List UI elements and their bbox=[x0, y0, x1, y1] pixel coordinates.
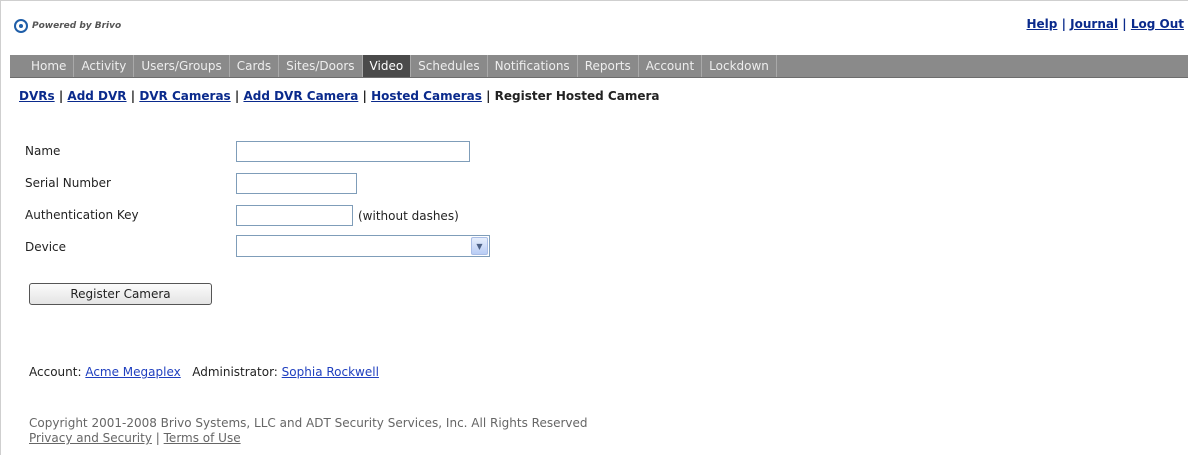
terms-link[interactable]: Terms of Use bbox=[164, 431, 241, 445]
subnav-add-dvr[interactable]: Add DVR bbox=[67, 89, 126, 103]
authentication-key-label: Authentication Key bbox=[25, 208, 139, 222]
account-label: Account: bbox=[29, 365, 82, 379]
subnav-dvr-cameras[interactable]: DVR Cameras bbox=[139, 89, 230, 103]
register-camera-button[interactable]: Register Camera bbox=[29, 283, 212, 305]
nav-tab-sites-doors[interactable]: Sites/Doors bbox=[279, 55, 363, 77]
nav-tab-activity[interactable]: Activity bbox=[74, 55, 135, 77]
name-label: Name bbox=[25, 144, 61, 158]
device-label: Device bbox=[25, 240, 67, 254]
authentication-key-input[interactable] bbox=[236, 205, 353, 226]
brivo-logo-icon bbox=[14, 19, 28, 33]
separator: | bbox=[234, 89, 240, 103]
account-link[interactable]: Acme Megaplex bbox=[85, 365, 180, 379]
nav-tab-cards[interactable]: Cards bbox=[230, 55, 280, 77]
subnav-current-page: Register Hosted Camera bbox=[494, 89, 660, 103]
separator: | bbox=[130, 89, 136, 103]
authentication-key-hint: (without dashes) bbox=[358, 209, 459, 223]
serial-number-input[interactable] bbox=[236, 173, 357, 194]
logo-text: Powered by Brivo bbox=[32, 21, 122, 31]
subnav-hosted-cameras[interactable]: Hosted Cameras bbox=[371, 89, 482, 103]
nav-tab-account[interactable]: Account bbox=[639, 55, 703, 77]
separator: | bbox=[58, 89, 64, 103]
top-links: Help | Journal | Log Out bbox=[1027, 17, 1185, 31]
chevron-down-icon[interactable]: ▼ bbox=[471, 237, 488, 255]
separator: | bbox=[1061, 17, 1066, 31]
nav-tab-video[interactable]: Video bbox=[362, 55, 412, 77]
nav-tab-home[interactable]: Home bbox=[24, 55, 75, 77]
administrator-link[interactable]: Sophia Rockwell bbox=[282, 365, 379, 379]
separator: | bbox=[362, 89, 367, 103]
nav-tab-lockdown[interactable]: Lockdown bbox=[702, 55, 777, 77]
nav-tab-schedules[interactable]: Schedules bbox=[411, 55, 488, 77]
main-nav: Home Activity Users/Groups Cards Sites/D… bbox=[10, 55, 1188, 78]
name-input[interactable] bbox=[236, 141, 470, 162]
brivo-logo: Powered by Brivo bbox=[14, 19, 121, 33]
nav-tab-notifications[interactable]: Notifications bbox=[488, 55, 578, 77]
privacy-link[interactable]: Privacy and Security bbox=[29, 431, 152, 445]
account-info: Account: Acme Megaplex Administrator: So… bbox=[29, 365, 379, 379]
help-link[interactable]: Help bbox=[1027, 17, 1058, 31]
device-select[interactable]: ▼ bbox=[236, 235, 490, 257]
sub-nav: DVRs | Add DVR | DVR Cameras | Add DVR C… bbox=[19, 89, 659, 103]
subnav-add-dvr-camera[interactable]: Add DVR Camera bbox=[243, 89, 358, 103]
administrator-label: Administrator: bbox=[192, 365, 278, 379]
separator: | bbox=[155, 431, 160, 445]
copyright-block: Copyright 2001-2008 Brivo Systems, LLC a… bbox=[29, 416, 588, 446]
copyright-text: Copyright 2001-2008 Brivo Systems, LLC a… bbox=[29, 416, 588, 430]
footer-links: Privacy and Security | Terms of Use bbox=[29, 431, 588, 446]
nav-tab-users-groups[interactable]: Users/Groups bbox=[134, 55, 230, 77]
separator: | bbox=[1122, 17, 1127, 31]
serial-number-label: Serial Number bbox=[25, 176, 111, 190]
subnav-dvrs[interactable]: DVRs bbox=[19, 89, 55, 103]
nav-tab-reports[interactable]: Reports bbox=[578, 55, 639, 77]
journal-link[interactable]: Journal bbox=[1070, 17, 1118, 31]
logout-link[interactable]: Log Out bbox=[1131, 17, 1184, 31]
separator: | bbox=[486, 89, 491, 103]
